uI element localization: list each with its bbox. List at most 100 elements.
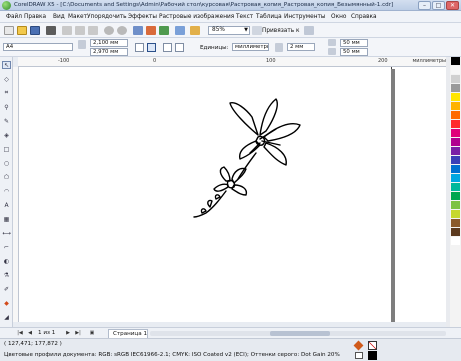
polygon-tool-icon[interactable]: ⬠ (2, 173, 11, 181)
page-preset-select[interactable]: А4 (3, 43, 73, 51)
units-select[interactable]: миллиметры (232, 43, 269, 51)
color-swatch[interactable] (451, 210, 460, 219)
maximize-button[interactable]: □ (432, 1, 445, 10)
crop-tool-icon[interactable]: ⌗ (2, 89, 11, 97)
table-tool-icon[interactable]: ▦ (2, 215, 11, 223)
import-icon[interactable] (146, 26, 156, 35)
outline-indicator-icon[interactable] (355, 352, 363, 359)
basic-shapes-tool-icon[interactable]: ◠ (2, 187, 11, 195)
pick-tool-icon[interactable]: ↖ (2, 61, 11, 69)
interactive-fill-tool-icon[interactable]: ◢ (2, 313, 11, 321)
menu-table[interactable]: Таблица (256, 14, 282, 20)
smart-fill-tool-icon[interactable]: ◈ (2, 131, 11, 139)
search-content-icon[interactable] (133, 26, 143, 35)
menu-edit[interactable]: Правка (24, 14, 46, 20)
duplicate-distance-x-field[interactable]: 50 мм (340, 39, 368, 47)
color-swatch[interactable] (451, 102, 460, 111)
redo-icon[interactable] (117, 26, 127, 35)
color-swatch[interactable] (451, 219, 460, 228)
snap-toggle-icon[interactable] (252, 26, 262, 35)
color-swatch[interactable] (451, 75, 460, 84)
menu-arrange[interactable]: Упорядочить (87, 14, 127, 20)
color-swatch[interactable] (451, 129, 460, 138)
first-page-button[interactable]: |◀ (16, 330, 24, 337)
color-swatch[interactable] (451, 183, 460, 192)
next-page-button[interactable]: ▶ (64, 330, 72, 337)
color-swatch[interactable] (451, 66, 460, 75)
last-page-button[interactable]: ▶| (74, 330, 82, 337)
export-icon[interactable] (159, 26, 169, 35)
duplicate-distance-y-field[interactable]: 50 мм (340, 48, 368, 56)
save-icon[interactable] (30, 26, 40, 35)
color-swatch[interactable] (451, 111, 460, 120)
color-swatch[interactable] (451, 138, 460, 147)
print-icon[interactable] (46, 26, 56, 35)
paste-icon[interactable] (88, 26, 98, 35)
snap-to-label[interactable]: Привязать к (262, 28, 299, 34)
open-folder-icon[interactable] (17, 26, 27, 35)
color-palette[interactable] (450, 57, 461, 327)
undo-icon[interactable] (104, 26, 114, 35)
rectangle-tool-icon[interactable]: □ (2, 145, 11, 153)
options-icon[interactable] (304, 26, 314, 35)
eyedropper-tool-icon[interactable]: ⚗ (2, 271, 11, 279)
menu-text[interactable]: Текст (236, 14, 253, 20)
zoom-tool-icon[interactable]: ⚲ (2, 103, 11, 111)
color-profile-info[interactable]: Цветовые профили документа: RGB: sRGB IE… (4, 352, 349, 358)
freehand-tool-icon[interactable]: ✎ (2, 117, 11, 125)
color-swatch[interactable] (451, 165, 460, 174)
current-page-button[interactable] (175, 43, 184, 52)
menu-effects[interactable]: Эффекты (128, 14, 157, 20)
color-swatch[interactable] (451, 156, 460, 165)
color-swatch[interactable] (451, 237, 460, 246)
shape-tool-icon[interactable]: ◇ (2, 75, 11, 83)
tab-page-1[interactable]: Страница 1 (108, 329, 148, 338)
color-swatch[interactable] (451, 228, 460, 237)
fill-tool-icon[interactable]: ◆ (2, 299, 11, 307)
color-swatch[interactable] (451, 57, 460, 66)
color-swatch[interactable] (451, 84, 460, 93)
cursor-coordinates: ( 127,471; 177,872 ) (4, 341, 62, 347)
application-launcher-icon[interactable] (175, 26, 185, 35)
color-swatch[interactable] (451, 120, 460, 129)
color-swatch[interactable] (451, 192, 460, 201)
menu-help[interactable]: Справка (351, 14, 377, 20)
cut-icon[interactable] (62, 26, 72, 35)
page-width-field[interactable]: 2,100 мм (90, 39, 128, 47)
previous-page-button[interactable]: ◀ (26, 330, 34, 337)
scrollbar-thumb[interactable] (270, 331, 330, 336)
menu-tools[interactable]: Инструменты (284, 14, 325, 20)
portrait-button[interactable] (135, 43, 144, 52)
horizontal-ruler[interactable]: -100 0 100 200 миллиметры (18, 57, 449, 67)
blend-tool-icon[interactable]: ◐ (2, 257, 11, 265)
add-page-icon[interactable]: ▣ (88, 330, 96, 337)
outline-tool-icon[interactable]: ✐ (2, 285, 11, 293)
color-swatch[interactable] (451, 201, 460, 210)
connector-tool-icon[interactable]: ⌐ (2, 243, 11, 251)
new-document-icon[interactable] (4, 26, 14, 35)
ellipse-tool-icon[interactable]: ○ (2, 159, 11, 167)
nudge-distance-field[interactable]: 2 мм (287, 43, 315, 51)
color-swatch[interactable] (451, 147, 460, 156)
minimize-button[interactable]: – (418, 1, 431, 10)
zoom-level-select[interactable]: 85% ▼ (208, 26, 250, 35)
menu-view[interactable]: Вид (53, 14, 65, 20)
menu-file[interactable]: Файл (6, 14, 22, 20)
welcome-screen-icon[interactable] (190, 26, 200, 35)
menu-window[interactable]: Окно (331, 14, 346, 20)
text-tool-icon[interactable]: A (2, 201, 11, 209)
copy-icon[interactable] (75, 26, 85, 35)
landscape-button[interactable] (147, 43, 156, 52)
orchid-drawing[interactable] (180, 95, 310, 225)
all-pages-button[interactable] (163, 43, 172, 52)
dimension-tool-icon[interactable]: ⟷ (2, 229, 11, 237)
color-swatch[interactable] (451, 93, 460, 102)
page-height-field[interactable]: 2,970 мм (90, 48, 128, 56)
close-button[interactable]: ✕ (446, 1, 459, 10)
vertical-ruler[interactable] (12, 67, 19, 322)
menu-bitmaps[interactable]: Растровые изображения (159, 14, 234, 20)
menu-layout[interactable]: Макет (68, 14, 87, 20)
horizontal-scrollbar[interactable] (150, 331, 446, 336)
color-swatch[interactable] (451, 174, 460, 183)
fill-indicator-icon[interactable] (353, 340, 364, 351)
